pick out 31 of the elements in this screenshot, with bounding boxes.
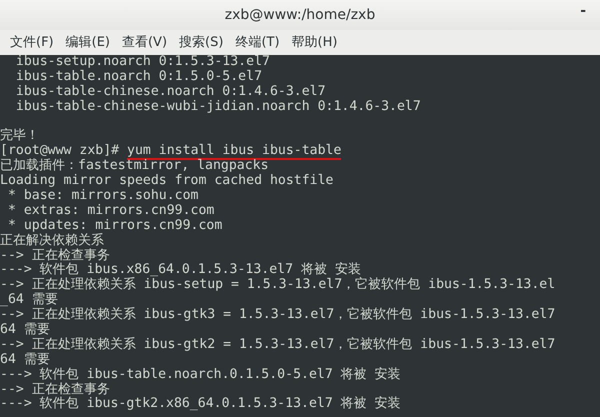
terminal-line: * updates: mirrors.cn99.com: [6, 218, 224, 233]
terminal-line: --> 正在处理依赖关系 ibus-gtk2 = 1.5.3-13.el7，它被软件包 ibus-1.5.3-13.el7: [0, 338, 556, 352]
terminal-line: ibus-table-chinese.noarch 0:1.4.6-3.el7: [14, 84, 327, 100]
terminal-line: ibus-table-chinese-wubi-jidian.noarch 0:1.4.6-3.el7: [14, 100, 422, 115]
terminal-line: ---> 软件包 ibus-gtk2.x86_64.0.1.5.3-13.el7 将被 安装: [0, 397, 402, 412]
terminal-line: 正在解决依赖关系: [0, 234, 105, 248]
terminal-line: --> 正在处理依赖关系 ibus-gtk3 = 1.5.3-13.el7，它被软件包 ibus-1.5.3-13.el7: [0, 308, 556, 322]
terminal-line: ibus-table.noarch 0:1.5.0-5.el7: [14, 70, 264, 84]
terminal-line: ---> 软件包 ibus.x86_64.0.1.5.3-13.el7 将被 安装: [0, 263, 361, 278]
terminal-line: ---> 软件包 ibus-table.noarch.0.1.5.0-5.el7 将被 安装: [0, 368, 402, 382]
menu-item[interactable]: 编辑(E): [60, 30, 116, 55]
minimize-button[interactable]: -: [580, 4, 586, 18]
terminal-line: --> 正在检查事务: [0, 382, 110, 397]
terminal-line: _64 需要: [0, 293, 58, 308]
terminal-line: 64 需要: [0, 323, 51, 338]
menu-item[interactable]: 终端(T): [229, 30, 286, 55]
menu-item[interactable]: 文件(F): [4, 30, 60, 55]
terminal-line: 64 需要: [0, 352, 51, 368]
terminal-line: --> 正在检查事务: [0, 248, 110, 263]
menu-item[interactable]: 搜索(S): [173, 30, 230, 55]
terminal-line: * extras: mirrors.cn99.com: [6, 204, 216, 219]
terminal-line: 已加载插件：fastestmirror, langpacks: [0, 159, 270, 174]
terminal-line: ibus-setup.noarch 0:1.5.3-13.el7: [14, 55, 271, 70]
window-title: zxb@www:/home/zxb: [224, 6, 376, 24]
menu-item[interactable]: 帮助(H): [286, 30, 344, 55]
terminal-line: --> 正在处理依赖关系 ibus-setup = 1.5.3-13.el7，它被软件包 ibus-1.5.3-13.el: [0, 278, 556, 292]
terminal-line: * base: mirrors.sohu.com: [6, 189, 200, 204]
terminal-line: Loading mirror speeds from cached hostfile: [0, 174, 334, 189]
shell-prompt: [root@www zxb]#: [0, 143, 120, 158]
terminal-line: 完毕！: [0, 129, 40, 144]
menu-item[interactable]: 查看(V): [116, 30, 174, 55]
